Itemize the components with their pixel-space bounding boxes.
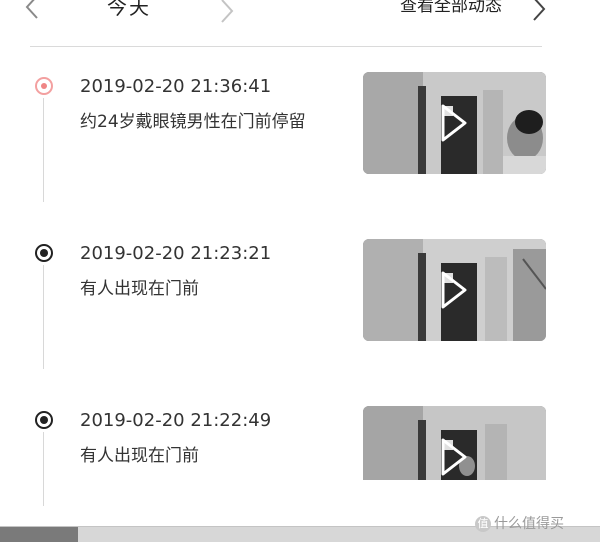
- play-icon[interactable]: [440, 103, 468, 143]
- event-item[interactable]: 2019-02-20 21:22:49 有人出现在门前: [0, 406, 600, 506]
- video-thumbnail[interactable]: [363, 406, 546, 480]
- event-item[interactable]: 2019-02-20 21:23:21 有人出现在门前: [0, 239, 600, 379]
- header: 今天 查看全部动态: [0, 0, 600, 24]
- play-icon[interactable]: [440, 437, 468, 477]
- watermark: 值什么值得买: [475, 513, 564, 533]
- timeline-line: [43, 265, 44, 369]
- event-timestamp: 2019-02-20 21:23:21: [80, 243, 272, 264]
- event-description: 有人出现在门前: [80, 446, 199, 466]
- play-icon[interactable]: [440, 270, 468, 310]
- watermark-text: 什么值得买: [494, 516, 564, 532]
- timeline-line: [43, 98, 44, 202]
- chevron-right-icon[interactable]: [219, 0, 235, 24]
- divider: [30, 46, 542, 47]
- watermark-badge: 值: [475, 516, 491, 532]
- video-thumbnail[interactable]: [363, 72, 546, 174]
- event-timestamp: 2019-02-20 21:22:49: [80, 410, 272, 431]
- day-label: 今天: [107, 0, 151, 19]
- event-item[interactable]: 2019-02-20 21:36:41 约24岁戴眼镜男性在门前停留: [0, 72, 600, 212]
- view-all-link[interactable]: 查看全部动态: [400, 0, 502, 18]
- timeline-line: [43, 432, 44, 506]
- event-dot-icon: [35, 244, 53, 262]
- event-timestamp: 2019-02-20 21:36:41: [80, 76, 272, 97]
- event-description: 约24岁戴眼镜男性在门前停留: [80, 112, 306, 132]
- chevron-right-icon[interactable]: [531, 0, 547, 22]
- video-thumbnail[interactable]: [363, 239, 546, 341]
- alert-dot-icon: [35, 77, 53, 95]
- event-dot-icon: [35, 411, 53, 429]
- chevron-left-icon[interactable]: [24, 0, 40, 20]
- event-description: 有人出现在门前: [80, 279, 199, 299]
- bottom-bar-shade: [0, 527, 78, 542]
